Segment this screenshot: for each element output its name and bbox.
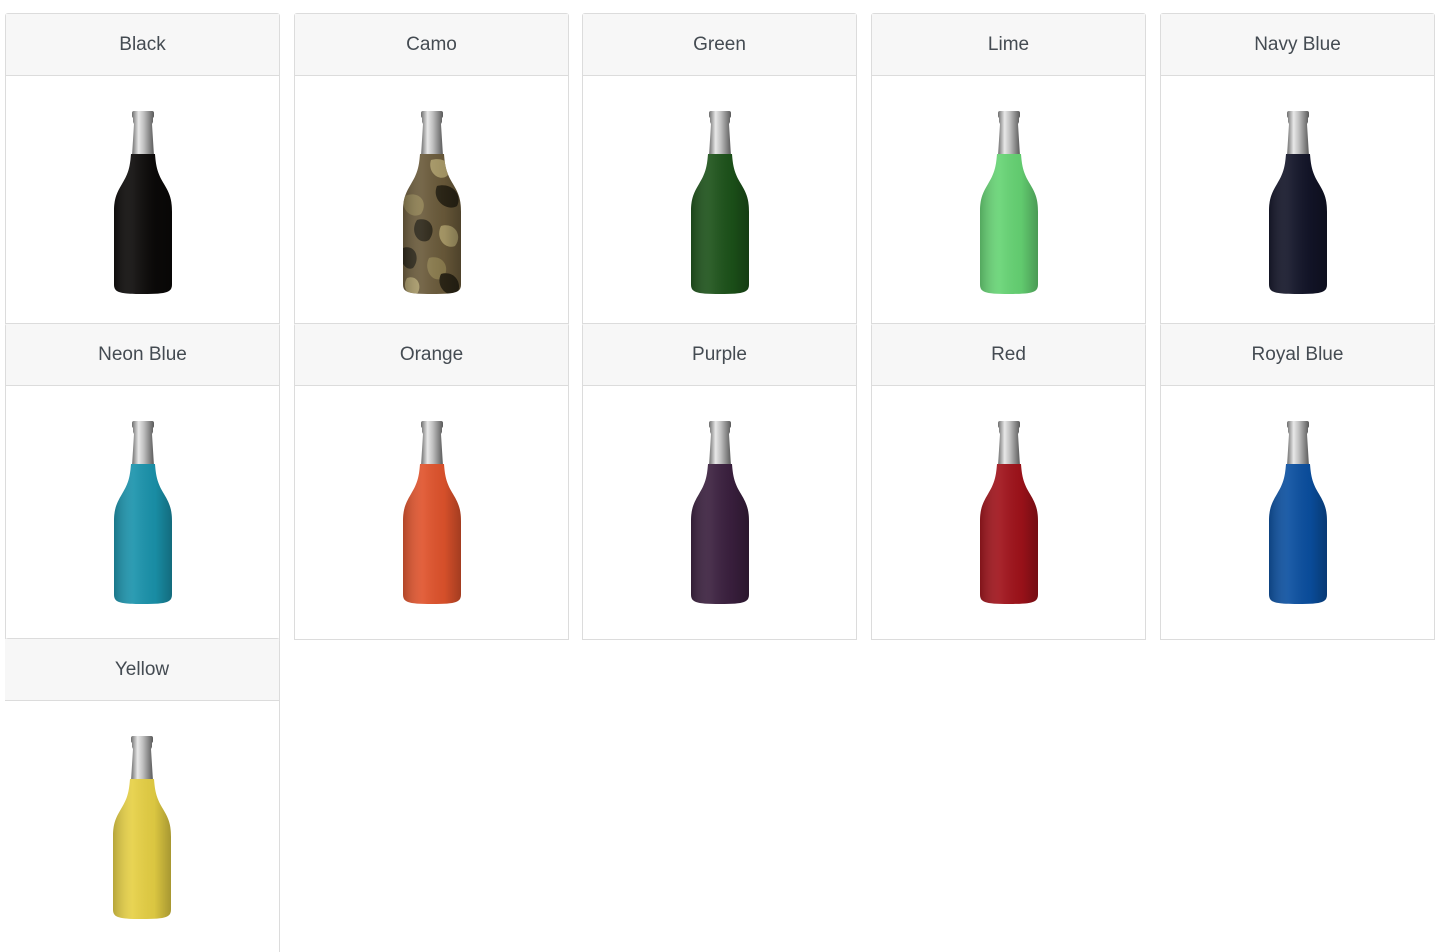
color-option-card[interactable]: Black xyxy=(5,13,280,324)
color-option-label: Purple xyxy=(583,324,856,386)
color-option-image xyxy=(583,76,856,322)
bottle-neck xyxy=(997,426,1020,466)
bottle-neck xyxy=(131,426,154,466)
color-option-card[interactable]: Lime xyxy=(871,13,1146,324)
bottle-cap xyxy=(420,111,443,118)
color-option-card[interactable]: Purple xyxy=(582,323,857,640)
bottle-neck xyxy=(1286,426,1309,466)
color-option-grid: Black Camo Green Lime Navy Blue Neon Blue Oran… xyxy=(0,0,1442,952)
color-option-image xyxy=(872,76,1145,322)
bottle-cap xyxy=(997,421,1020,428)
bottle-koozie-image xyxy=(402,111,461,294)
color-option-image xyxy=(583,386,856,632)
bottle-koozie-image xyxy=(113,111,172,294)
bottle-neck xyxy=(420,116,443,156)
bottle-koozie-image xyxy=(690,111,749,294)
bottle-cap xyxy=(997,111,1020,118)
color-option-card[interactable]: Green xyxy=(582,13,857,324)
bottle-koozie-image xyxy=(1268,421,1327,604)
bottle-neck xyxy=(131,741,153,781)
bottle-koozie-image xyxy=(113,736,171,919)
bottle-cap xyxy=(1286,421,1309,428)
bottle-neck xyxy=(1286,116,1309,156)
bottle-neck xyxy=(708,116,731,156)
color-option-image xyxy=(295,76,568,322)
bottle-koozie-image xyxy=(1268,111,1327,294)
color-option-label: Royal Blue xyxy=(1161,324,1434,386)
color-option-card[interactable]: Camo xyxy=(294,13,569,324)
bottle-neck xyxy=(131,116,154,156)
bottle-cap xyxy=(131,111,154,118)
bottle-neck xyxy=(997,116,1020,156)
color-option-label: Camo xyxy=(295,14,568,76)
bottle-cap xyxy=(131,421,154,428)
bottle-cap xyxy=(131,736,153,743)
camo-patch xyxy=(402,157,416,180)
color-option-label: Green xyxy=(583,14,856,76)
bottle-cap xyxy=(708,111,731,118)
bottle-cap xyxy=(708,421,731,428)
bottle-koozie-image xyxy=(979,421,1038,604)
color-option-label: Yellow xyxy=(5,639,279,701)
color-option-label: Red xyxy=(872,324,1145,386)
bottle-neck xyxy=(708,426,731,466)
color-option-image xyxy=(1161,76,1434,322)
bottle-koozie-image xyxy=(113,421,172,604)
bottle-cap xyxy=(420,421,443,428)
color-option-card[interactable]: Navy Blue xyxy=(1160,13,1435,324)
color-option-label: Lime xyxy=(872,14,1145,76)
bottle-koozie-image xyxy=(690,421,749,604)
color-option-card[interactable]: Red xyxy=(871,323,1146,640)
color-option-label: Neon Blue xyxy=(6,324,279,386)
bottle-cap xyxy=(1286,111,1309,118)
color-option-label: Black xyxy=(6,14,279,76)
color-option-image xyxy=(295,386,568,632)
color-option-image xyxy=(1161,386,1434,632)
bottle-koozie-image xyxy=(402,421,461,604)
color-option-card[interactable]: Orange xyxy=(294,323,569,640)
color-option-card[interactable]: Yellow xyxy=(5,638,280,952)
bottle-neck xyxy=(420,426,443,466)
color-option-card[interactable]: Royal Blue xyxy=(1160,323,1435,640)
color-option-label: Navy Blue xyxy=(1161,14,1434,76)
color-option-label: Orange xyxy=(295,324,568,386)
color-option-card[interactable]: Neon Blue xyxy=(5,323,280,640)
bottle-koozie-image xyxy=(979,111,1038,294)
color-option-image xyxy=(5,701,279,946)
color-option-image xyxy=(6,386,279,632)
color-option-image xyxy=(6,76,279,322)
color-option-image xyxy=(872,386,1145,632)
